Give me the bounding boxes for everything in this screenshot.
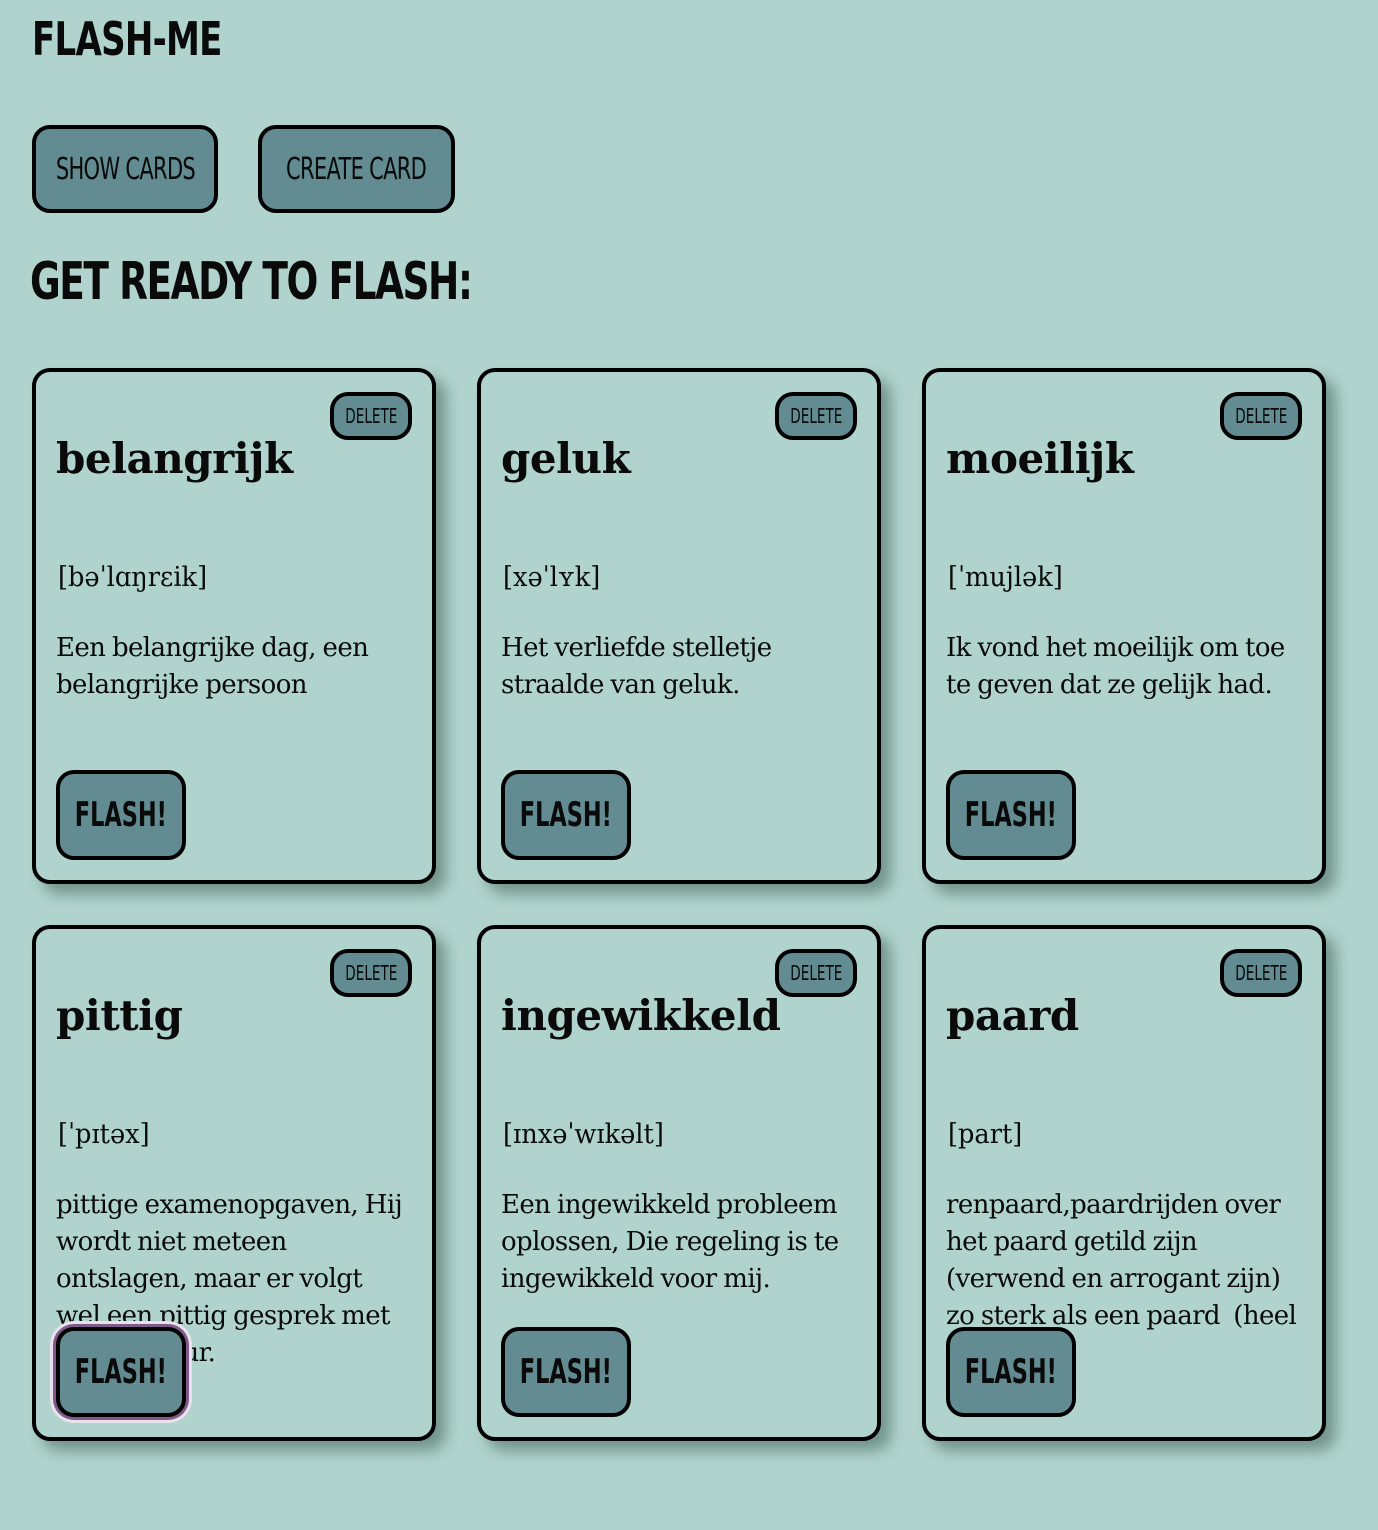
flashcard-moeilijk: DELETE moeilijk [ˈmujlək] Ik vond het mo… <box>922 368 1326 884</box>
card-phonetic: [xəˈlʏk] <box>503 562 601 593</box>
card-example: Een belangrijke dag, een belangrijke per… <box>56 633 369 700</box>
delete-label: DELETE <box>344 961 398 985</box>
flashcard-paard: DELETE paard [part] renpaard,paardrijden… <box>922 925 1326 1441</box>
flash-label: FLASH! <box>964 795 1058 835</box>
flash-label: FLASH! <box>74 1352 168 1392</box>
delete-label: DELETE <box>789 961 843 985</box>
app-title: FLASH-ME <box>32 12 222 66</box>
flashcard-belangrijk: DELETE belangrijk [bəˈlɑŋrɛik] Een belan… <box>32 368 436 884</box>
flash-label: FLASH! <box>74 795 168 835</box>
delete-button[interactable]: DELETE <box>330 949 412 997</box>
delete-button[interactable]: DELETE <box>330 392 412 440</box>
delete-label: DELETE <box>789 404 843 428</box>
delete-button[interactable]: DELETE <box>775 949 857 997</box>
show-cards-label: SHOW CARDS <box>55 151 195 187</box>
card-phonetic: [ɪnxəˈwɪkəlt] <box>503 1119 664 1150</box>
card-phonetic: [ˈpɪtəx] <box>58 1119 150 1150</box>
card-phonetic: [part] <box>948 1119 1023 1150</box>
flash-button[interactable]: FLASH! <box>56 1327 186 1417</box>
card-phonetic: [ˈmujlək] <box>948 562 1063 593</box>
card-word: paard <box>946 991 1079 1040</box>
flashcard-ingewikkeld: DELETE ingewikkeld [ɪnxəˈwɪkəlt] Een ing… <box>477 925 881 1441</box>
flash-label: FLASH! <box>519 1352 613 1392</box>
create-card-label: CREATE CARD <box>286 151 427 187</box>
flash-button[interactable]: FLASH! <box>56 770 186 860</box>
card-word: ingewikkeld <box>501 991 781 1040</box>
delete-button[interactable]: DELETE <box>1220 392 1302 440</box>
card-word: pittig <box>56 991 183 1040</box>
flash-button[interactable]: FLASH! <box>946 1327 1076 1417</box>
flashcard-pittig: DELETE pittig [ˈpɪtəx] pittige examenopg… <box>32 925 436 1441</box>
delete-button[interactable]: DELETE <box>775 392 857 440</box>
delete-label: DELETE <box>344 404 398 428</box>
delete-label: DELETE <box>1234 404 1288 428</box>
card-example: Ik vond het moeilijk om toe te geven dat… <box>946 633 1285 700</box>
flash-label: FLASH! <box>519 795 613 835</box>
create-card-button[interactable]: CREATE CARD <box>258 125 455 213</box>
card-word: belangrijk <box>56 434 293 483</box>
flashcard-geluk: DELETE geluk [xəˈlʏk] Het verliefde stel… <box>477 368 881 884</box>
flash-button[interactable]: FLASH! <box>501 1327 631 1417</box>
card-word: geluk <box>501 434 631 483</box>
card-word: moeilijk <box>946 434 1134 483</box>
flash-button[interactable]: FLASH! <box>501 770 631 860</box>
card-example: Het verliefde stelletje straalde van gel… <box>501 633 772 700</box>
card-example: Een ingewikkeld probleem oplossen, Die r… <box>501 1190 839 1294</box>
delete-button[interactable]: DELETE <box>1220 949 1302 997</box>
show-cards-button[interactable]: SHOW CARDS <box>32 125 218 213</box>
page-heading: GET READY TO FLASH: <box>30 252 473 312</box>
flash-button[interactable]: FLASH! <box>946 770 1076 860</box>
card-phonetic: [bəˈlɑŋrɛik] <box>58 562 208 593</box>
flash-label: FLASH! <box>964 1352 1058 1392</box>
delete-label: DELETE <box>1234 961 1288 985</box>
